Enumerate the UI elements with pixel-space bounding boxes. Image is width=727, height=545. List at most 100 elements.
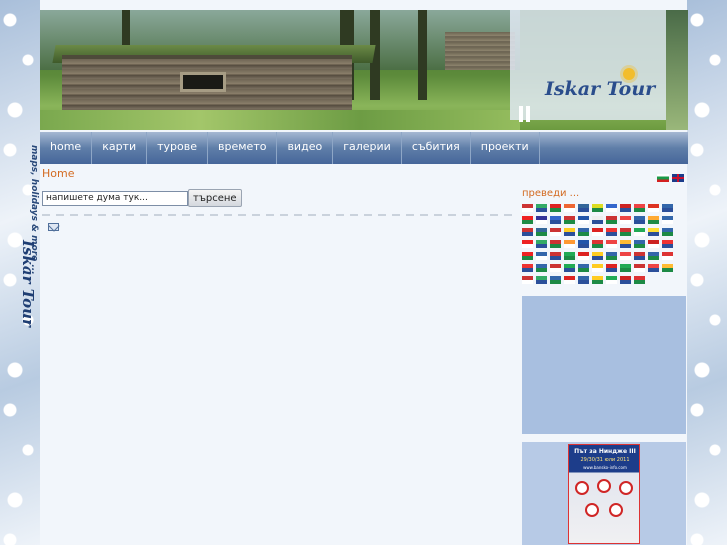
translate-flag-icon[interactable]	[550, 228, 561, 236]
translate-flag-icon[interactable]	[662, 240, 673, 248]
translate-flag-icon[interactable]	[634, 228, 645, 236]
pause-icon[interactable]	[518, 106, 532, 122]
english-flag-icon[interactable]	[672, 174, 684, 182]
nav-galleries[interactable]: галерии	[333, 132, 402, 164]
translate-flag-icon[interactable]	[522, 216, 533, 224]
translate-flag-icon[interactable]	[536, 276, 547, 284]
event-poster[interactable]: Път за Ниндже III 29/30/31 юли 2011 www.…	[568, 444, 640, 544]
translate-flag-icon[interactable]	[550, 252, 561, 260]
translate-flag-icon[interactable]	[550, 264, 561, 272]
translate-flag-icon[interactable]	[648, 216, 659, 224]
translate-flag-icon[interactable]	[522, 276, 533, 284]
nav-tours[interactable]: турове	[147, 132, 209, 164]
translate-flag-icon[interactable]	[662, 204, 673, 212]
translate-flag-icon[interactable]	[536, 240, 547, 248]
translate-flag-icon[interactable]	[536, 228, 547, 236]
translate-flag-icon[interactable]	[578, 216, 589, 224]
translate-flag-icon[interactable]	[620, 204, 631, 212]
translate-flag-icon[interactable]	[620, 240, 631, 248]
translate-flag-icon[interactable]	[620, 252, 631, 260]
translate-flag-icon[interactable]	[648, 228, 659, 236]
language-switcher	[522, 164, 688, 186]
search-button[interactable]: търсене	[188, 189, 242, 207]
side-logo[interactable]: Iskar Tour	[13, 240, 37, 327]
translate-flag-icon[interactable]	[606, 240, 617, 248]
nav-events[interactable]: събития	[402, 132, 471, 164]
translate-flag-icon[interactable]	[564, 204, 575, 212]
translate-flag-icon[interactable]	[592, 264, 603, 272]
translate-flag-icon[interactable]	[550, 240, 561, 248]
translate-flag-icon[interactable]	[564, 240, 575, 248]
breadcrumb[interactable]: Home	[42, 164, 518, 184]
translate-flag-icon[interactable]	[606, 252, 617, 260]
translate-flag-icon[interactable]	[662, 216, 673, 224]
translate-flag-icon[interactable]	[662, 264, 673, 272]
translate-flag-icon[interactable]	[634, 204, 645, 212]
translate-flag-icon[interactable]	[592, 252, 603, 260]
translate-flag-icon[interactable]	[662, 228, 673, 236]
translate-flag-icon[interactable]	[578, 264, 589, 272]
translate-flag-icon[interactable]	[634, 240, 645, 248]
translate-flag-icon[interactable]	[550, 276, 561, 284]
header-banner: Iskar Tour	[40, 10, 688, 130]
search-input[interactable]	[42, 190, 188, 206]
translate-flag-icon[interactable]	[606, 276, 617, 284]
nav-home[interactable]: home	[40, 132, 93, 164]
translate-flag-icon[interactable]	[592, 228, 603, 236]
translate-flag-icon[interactable]	[634, 252, 645, 260]
translate-flag-icon[interactable]	[648, 240, 659, 248]
email-icon[interactable]	[48, 223, 59, 231]
translate-flag-icon[interactable]	[564, 228, 575, 236]
translate-flag-icon[interactable]	[648, 264, 659, 272]
translate-flag-icon[interactable]	[634, 216, 645, 224]
translate-flag-icon[interactable]	[606, 216, 617, 224]
translate-flag-icon[interactable]	[522, 240, 533, 248]
shed	[445, 32, 515, 70]
translate-flag-icon[interactable]	[522, 252, 533, 260]
translate-flag-icon[interactable]	[592, 276, 603, 284]
poster-date: 29/30/31 юли 2011	[580, 457, 630, 463]
nav-video[interactable]: видео	[277, 132, 334, 164]
translate-flag-icon[interactable]	[620, 216, 631, 224]
cabin-window	[180, 72, 226, 92]
translate-flag-icon[interactable]	[536, 216, 547, 224]
translate-flag-icon[interactable]	[606, 264, 617, 272]
translate-flag-icon[interactable]	[578, 276, 589, 284]
poster-site: www.bansko-info.com	[583, 465, 627, 470]
translate-flag-icon[interactable]	[634, 276, 645, 284]
translate-flag-icon[interactable]	[648, 252, 659, 260]
translate-flag-icon[interactable]	[634, 264, 645, 272]
translate-flag-icon[interactable]	[606, 228, 617, 236]
translate-flag-icon[interactable]	[564, 216, 575, 224]
translate-flag-icon[interactable]	[606, 204, 617, 212]
bulgarian-flag-icon[interactable]	[657, 174, 669, 182]
translate-flag-icon[interactable]	[564, 264, 575, 272]
nav-maps[interactable]: карти	[92, 132, 148, 164]
site-logo[interactable]: Iskar Tour	[545, 78, 655, 100]
translate-flag-icon[interactable]	[522, 264, 533, 272]
translate-flag-icon[interactable]	[522, 204, 533, 212]
translate-flag-icon[interactable]	[550, 216, 561, 224]
translate-flag-icon[interactable]	[536, 204, 547, 212]
translate-flag-icon[interactable]	[620, 264, 631, 272]
translate-flag-icon[interactable]	[662, 252, 673, 260]
translate-flag-icon[interactable]	[578, 204, 589, 212]
translate-flag-icon[interactable]	[578, 252, 589, 260]
translate-flag-icon[interactable]	[620, 228, 631, 236]
translate-flag-icon[interactable]	[620, 276, 631, 284]
translate-flag-icon[interactable]	[592, 240, 603, 248]
translate-flag-icon[interactable]	[564, 276, 575, 284]
translate-flag-icon[interactable]	[592, 204, 603, 212]
nav-projects[interactable]: проекти	[471, 132, 540, 164]
translate-flag-icon[interactable]	[578, 228, 589, 236]
translate-flag-icon[interactable]	[578, 240, 589, 248]
translate-flag-icon[interactable]	[550, 204, 561, 212]
poster-title: Път за Ниндже III	[574, 448, 636, 455]
translate-flag-icon[interactable]	[536, 264, 547, 272]
nav-weather[interactable]: времето	[208, 132, 278, 164]
translate-flag-icon[interactable]	[564, 252, 575, 260]
translate-flag-icon[interactable]	[648, 204, 659, 212]
translate-flag-icon[interactable]	[522, 228, 533, 236]
translate-flag-icon[interactable]	[536, 252, 547, 260]
translate-flag-icon[interactable]	[592, 216, 603, 224]
